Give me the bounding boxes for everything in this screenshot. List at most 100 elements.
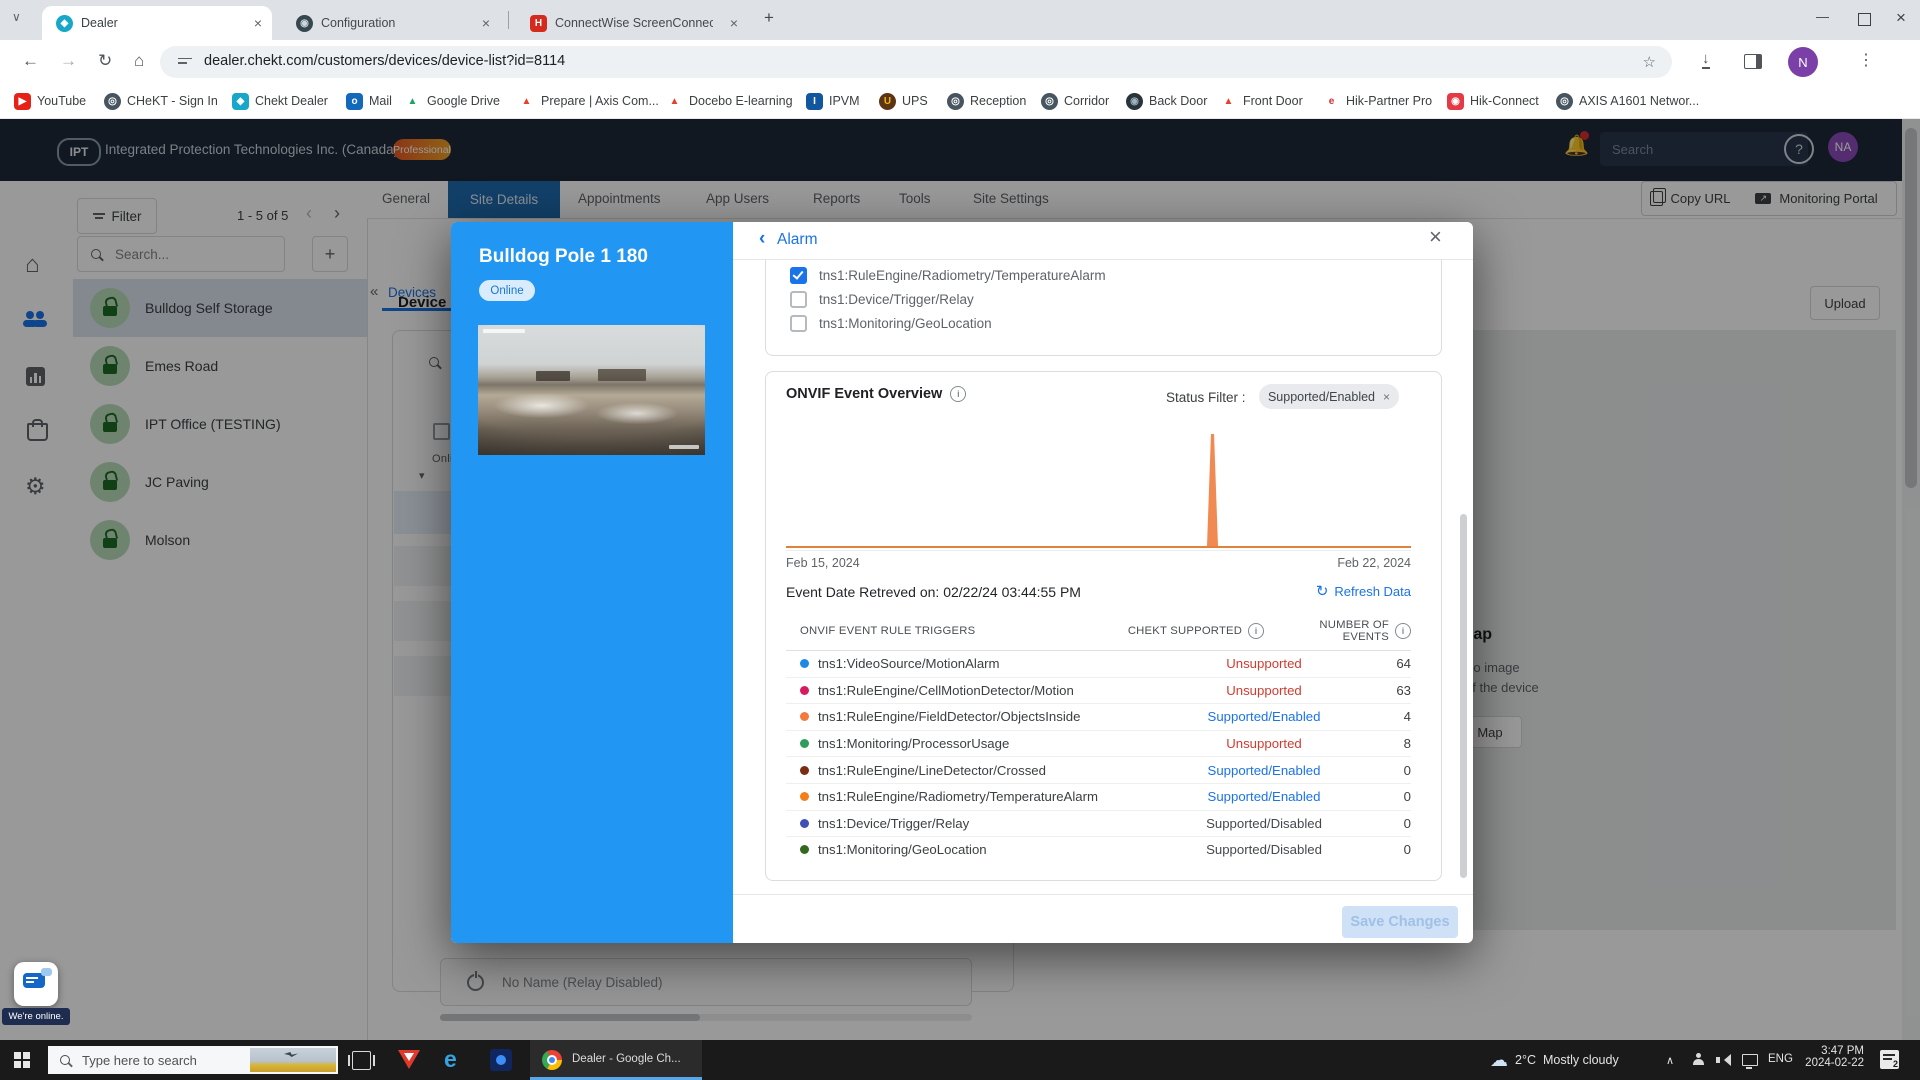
info-icon[interactable] [1395, 623, 1411, 639]
active-task-chrome[interactable]: Dealer - Google Ch... [530, 1040, 702, 1080]
event-count: 63 [1396, 682, 1411, 698]
overview-title-row: ONVIF Event Overview [786, 386, 967, 402]
camera-snapshot[interactable] [478, 325, 705, 455]
table-row[interactable]: tns1:Monitoring/ProcessorUsage Unsupport… [786, 731, 1411, 758]
url-text[interactable]: dealer.chekt.com/customers/devices/devic… [204, 53, 565, 69]
new-tab-icon[interactable]: + [764, 8, 774, 28]
event-chart[interactable] [786, 431, 1411, 548]
tab-close-icon[interactable]: × [730, 15, 738, 31]
hikvision-app-icon[interactable] [398, 1050, 420, 1069]
back-nav-icon[interactable]: ‹ [759, 228, 765, 250]
table-row[interactable]: tns1:RuleEngine/FieldDetector/ObjectsIns… [786, 704, 1411, 731]
browser-menu-icon[interactable]: ⋮ [1858, 50, 1874, 70]
tray-expand-icon[interactable]: ∧ [1666, 1054, 1674, 1067]
table-row[interactable]: tns1:RuleEngine/Radiometry/TemperatureAl… [786, 784, 1411, 811]
omnibox[interactable]: dealer.chekt.com/customers/devices/devic… [160, 46, 1672, 78]
bookmark-axis-a1601[interactable]: ◎ AXIS A1601 Networ... [1556, 89, 1699, 113]
table-row[interactable]: tns1:RuleEngine/LineDetector/Crossed Sup… [786, 757, 1411, 784]
bookmark-front-door[interactable]: ▲ Front Door [1220, 89, 1303, 113]
camera-app-icon[interactable] [490, 1049, 512, 1071]
bookmark-hik-partner[interactable]: e Hik-Partner Pro [1323, 89, 1432, 113]
bookmark-corridor[interactable]: ◎ Corridor [1041, 89, 1109, 113]
windows-taskbar: Type here to search e Dealer - Google Ch… [0, 1040, 1920, 1080]
building [598, 369, 646, 381]
downloads-icon[interactable]: ↓ [1702, 50, 1710, 69]
event-checkbox-card: tns1:RuleEngine/Radiometry/TemperatureAl… [765, 260, 1442, 356]
status-filter-chip[interactable]: Supported/Enabled × [1259, 384, 1399, 409]
profile-avatar[interactable]: N [1788, 47, 1818, 77]
bookmark-prepare-axis[interactable]: ▲ Prepare | Axis Com... [518, 89, 659, 113]
taskbar-search-input[interactable]: Type here to search [48, 1046, 338, 1074]
tab-close-icon[interactable]: × [254, 15, 262, 31]
table-row[interactable]: tns1:RuleEngine/CellMotionDetector/Motio… [786, 678, 1411, 705]
action-center-icon[interactable]: 2 [1880, 1050, 1899, 1069]
table-row[interactable]: tns1:VideoSource/MotionAlarm Unsupported… [786, 651, 1411, 678]
bookmark-ipvm[interactable]: I IPVM [806, 89, 860, 113]
event-count: 0 [1403, 762, 1411, 778]
table-row[interactable]: tns1:Monitoring/GeoLocation Supported/Di… [786, 837, 1411, 863]
weather-widget[interactable]: ☁ 2°C Mostly cloudy [1490, 1040, 1650, 1080]
tab-dealer[interactable]: ◆ Dealer × [42, 6, 272, 40]
tab-configuration[interactable]: ◉ Configuration × [284, 6, 500, 40]
chat-widget-button[interactable] [14, 962, 58, 1006]
bookmark-youtube[interactable]: ▶ YouTube [14, 89, 86, 113]
task-view-icon[interactable] [348, 1051, 375, 1070]
bookmark-docebo[interactable]: ▲ Docebo E-learning [666, 89, 793, 113]
chip-close-icon[interactable]: × [1383, 390, 1390, 404]
tray-person-icon[interactable] [1692, 1053, 1705, 1066]
home-icon[interactable]: ⌂ [134, 51, 144, 71]
checkbox-row[interactable]: tns1:Monitoring/GeoLocation [790, 311, 992, 335]
window-minimize-icon[interactable]: — [1816, 9, 1829, 24]
chat-status-label: We're online. [2, 1008, 70, 1025]
bookmark-ups[interactable]: U UPS [879, 89, 928, 113]
checkbox-checked-icon[interactable] [790, 266, 807, 284]
modal-scrollbar-thumb[interactable] [1460, 514, 1467, 878]
checkbox-row[interactable]: tns1:RuleEngine/Radiometry/TemperatureAl… [790, 263, 1106, 287]
window-close-icon[interactable]: × [1896, 8, 1906, 28]
start-button-icon[interactable] [14, 1052, 30, 1068]
connectwise-favicon: H [530, 14, 547, 32]
bookmark-back-door[interactable]: ◉ Back Door [1126, 89, 1207, 113]
search-highlight-image[interactable] [250, 1048, 336, 1072]
tab-close-icon[interactable]: × [482, 15, 490, 31]
reload-icon[interactable]: ↻ [98, 51, 112, 71]
tray-language[interactable]: ENG [1768, 1053, 1793, 1065]
tab-connectwise[interactable]: H ConnectWise ScreenConnect R... × [518, 6, 748, 40]
bookmark-star-icon[interactable]: ☆ [1643, 53, 1656, 71]
site-settings-icon[interactable] [178, 56, 192, 68]
series-dot [800, 792, 809, 802]
bookmark-google-drive[interactable]: ▲ Google Drive [404, 89, 500, 113]
info-icon[interactable] [950, 386, 967, 402]
taskbar-search-placeholder: Type here to search [82, 1052, 197, 1068]
checkbox-unchecked-icon[interactable] [790, 290, 807, 308]
chart-spike [1207, 434, 1218, 546]
checkbox-row[interactable]: tns1:Device/Trigger/Relay [790, 287, 974, 311]
internet-explorer-icon[interactable]: e [444, 1046, 457, 1073]
back-icon[interactable]: ← [22, 51, 39, 71]
youtube-icon: ▶ [14, 92, 31, 110]
save-changes-button[interactable]: Save Changes [1342, 906, 1458, 938]
active-task-label: Dealer - Google Ch... [572, 1053, 681, 1065]
osd-timestamp [483, 329, 525, 333]
modal-close-icon[interactable]: × [1429, 224, 1442, 250]
tab-search-icon[interactable]: ∨ [12, 10, 21, 24]
camera-icon: ◉ [1126, 92, 1143, 110]
support-status: Supported/Enabled [1207, 709, 1321, 725]
forward-icon[interactable]: → [60, 51, 77, 71]
bookmark-mail[interactable]: o Mail [346, 89, 392, 113]
support-status: Supported/Enabled [1207, 789, 1321, 805]
bookmark-hik-connect[interactable]: ◉ Hik-Connect [1447, 89, 1539, 113]
bookmark-chekt-signin[interactable]: ◎ CHeKT - Sign In [104, 89, 218, 113]
side-panel-icon[interactable] [1744, 54, 1762, 69]
tray-network-icon[interactable] [1742, 1054, 1758, 1069]
refresh-data-button[interactable]: ↻ Refresh Data [1316, 582, 1411, 600]
bookmark-reception[interactable]: ◎ Reception [947, 89, 1026, 113]
checkbox-unchecked-icon[interactable] [790, 314, 807, 332]
tray-speaker-icon[interactable] [1716, 1053, 1731, 1066]
bookmark-chekt-dealer[interactable]: ◆ Chekt Dealer [232, 89, 328, 113]
tray-clock[interactable]: 3:47 PM 2024-02-22 [1798, 1045, 1864, 1069]
info-icon[interactable] [1248, 623, 1265, 639]
table-row[interactable]: tns1:Device/Trigger/Relay Supported/Disa… [786, 811, 1411, 838]
window-maximize-icon[interactable] [1858, 13, 1871, 26]
modal-nav-title: Alarm [777, 231, 818, 248]
